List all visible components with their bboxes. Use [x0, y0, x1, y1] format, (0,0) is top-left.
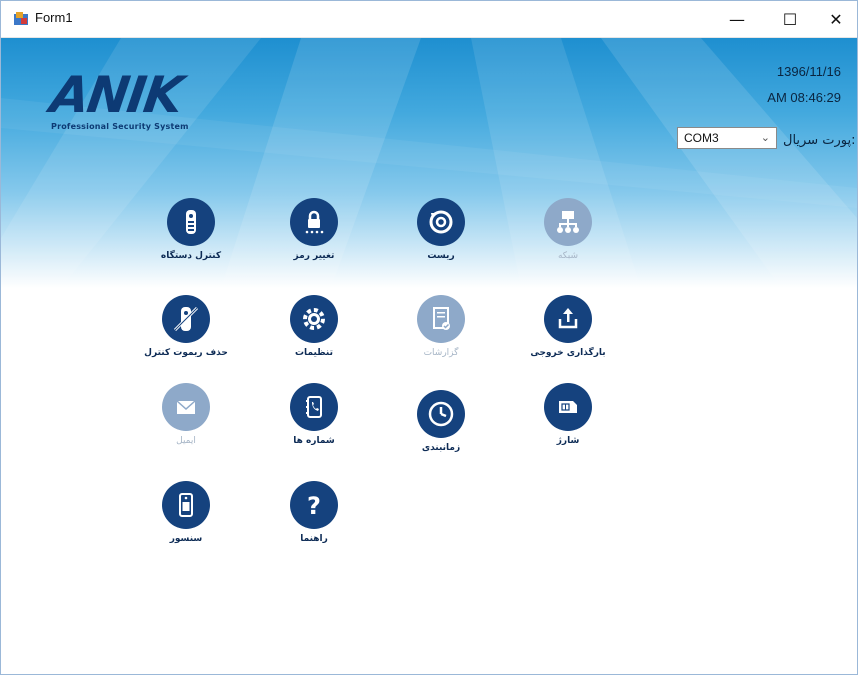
tile-label: کنترل دستگاه [160, 251, 222, 261]
tile-change-password[interactable]: تغییر رمز [264, 198, 364, 261]
reset-icon [417, 198, 465, 246]
tile-label: سنسور [169, 534, 203, 544]
clock-icon [417, 390, 465, 438]
serial-port-label: پورت سریال: [783, 133, 856, 148]
logo-text: ANIK [46, 66, 185, 124]
phonebook-icon [290, 383, 338, 431]
tile-label: شبکه [557, 251, 579, 261]
tile-label: ایمیل [176, 436, 196, 446]
serial-port-dropdown[interactable]: COM3 ⌄ [677, 127, 777, 149]
maximize-button[interactable]: ☐ [767, 1, 813, 37]
tile-output-upload[interactable]: بارگذاری خروجی [518, 295, 618, 358]
settings-gear-icon [290, 295, 338, 343]
tile-device-control[interactable]: کنترل دستگاه [141, 198, 241, 261]
tile-help[interactable]: ? راهنما [264, 481, 364, 544]
tile-label: راهنما [300, 534, 328, 544]
upload-icon [544, 295, 592, 343]
tile-label: گزارشات [423, 348, 459, 358]
tile-email[interactable]: ایمیل [136, 383, 236, 446]
tile-label: ریست [427, 251, 455, 261]
help-icon: ? [290, 481, 338, 529]
tile-sensor[interactable]: سنسور [136, 481, 236, 544]
app-window: Form1 — ☐ ✕ ANIK Professional Security S… [0, 0, 858, 675]
tile-label: بارگذاری خروجی [530, 348, 606, 358]
window-title: Form1 [35, 10, 73, 25]
sensor-icon [162, 481, 210, 529]
serial-port-value: COM3 [684, 131, 719, 145]
tile-reports[interactable]: گزارشات [391, 295, 491, 358]
network-icon [544, 198, 592, 246]
tile-label: حذف ریموت کنترل [144, 348, 228, 358]
tile-charge[interactable]: شارژ [518, 383, 618, 446]
tile-settings[interactable]: تنظیمات [264, 295, 364, 358]
report-icon [417, 295, 465, 343]
remote-control-icon [167, 198, 215, 246]
anik-logo: ANIK Professional Security System [47, 66, 189, 131]
svg-text:?: ? [307, 492, 321, 520]
remote-remove-icon [162, 295, 210, 343]
title-bar: Form1 — ☐ ✕ [1, 1, 857, 38]
tile-label: شارژ [556, 436, 580, 446]
sim-card-icon [544, 383, 592, 431]
tile-label: شماره ها [293, 436, 335, 446]
time-display: AM 08:46:29 [767, 90, 841, 105]
tile-label: زمانبندی [421, 443, 461, 453]
main-content: ANIK Professional Security System 1396/1… [1, 38, 857, 674]
tile-label: تغییر رمز [293, 251, 335, 261]
app-icon [14, 12, 28, 25]
tile-phone-numbers[interactable]: شماره ها [264, 383, 364, 446]
email-icon [162, 383, 210, 431]
tile-reset[interactable]: ریست [391, 198, 491, 261]
date-display: 1396/11/16 [776, 64, 841, 79]
tile-scheduling[interactable]: زمانبندی [391, 390, 491, 453]
minimize-button[interactable]: — [714, 1, 760, 37]
tile-network[interactable]: شبکه [518, 198, 618, 261]
chevron-down-icon: ⌄ [760, 132, 770, 144]
tile-remove-remote[interactable]: حذف ریموت کنترل [136, 295, 236, 358]
tile-label: تنظیمات [295, 348, 333, 358]
lock-keypad-icon [290, 198, 338, 246]
close-button[interactable]: ✕ [813, 1, 858, 37]
